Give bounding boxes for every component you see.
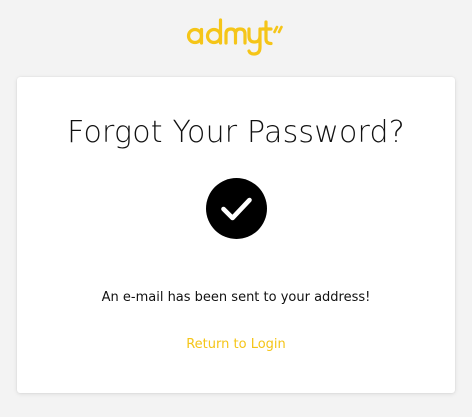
return-to-login-link[interactable]: Return to Login [17, 335, 455, 355]
page-title: Forgot Your Password? [67, 115, 405, 150]
admyt-logo-icon [186, 18, 283, 56]
confirmation-message: An e-mail has been sent to your address! [101, 290, 371, 305]
checkmark-circle-icon [206, 178, 267, 239]
forgot-password-card: Forgot Your Password? An e-mail has been… [17, 77, 455, 393]
brand-logo [185, 16, 289, 60]
